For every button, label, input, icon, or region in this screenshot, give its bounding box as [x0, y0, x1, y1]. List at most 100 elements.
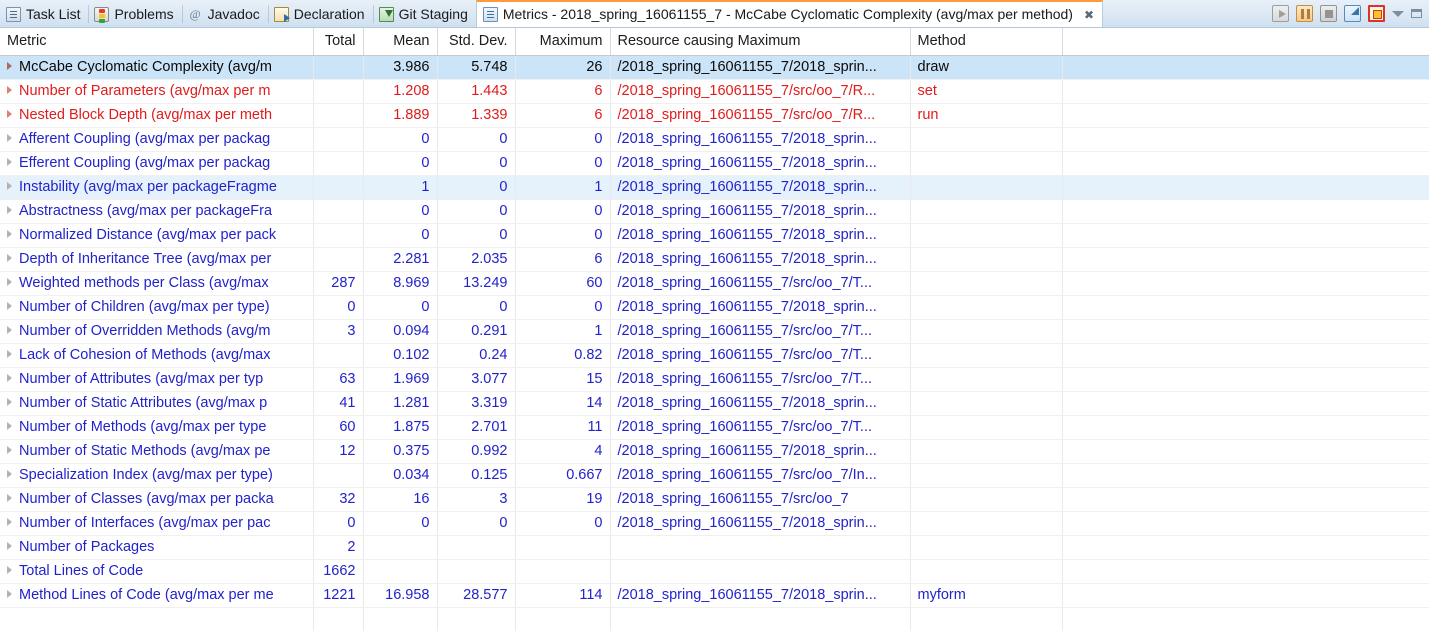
expand-chevron-icon[interactable] — [7, 157, 12, 166]
view-tab-bar: Task List Problems @ Javadoc Declaration… — [0, 0, 1429, 28]
cell-total: 63 — [313, 367, 364, 392]
column-header-maximum[interactable]: Maximum — [515, 28, 611, 56]
cell-resource: /2018_spring_16061155_7/src/oo_7/T... — [610, 343, 911, 368]
cell-mean — [363, 535, 438, 560]
expand-chevron-icon[interactable] — [7, 133, 12, 142]
table-row[interactable]: Number of Attributes (avg/max per typ 63 1… — [0, 367, 1429, 392]
export-icon[interactable] — [1344, 5, 1361, 22]
expand-chevron-icon[interactable] — [7, 445, 12, 454]
cell-method: myform — [910, 583, 1063, 608]
expand-chevron-icon[interactable] — [7, 589, 12, 598]
tab-git-staging[interactable]: Git Staging — [372, 0, 476, 27]
table-row[interactable]: Lack of Cohesion of Methods (avg/max 0.10… — [0, 343, 1429, 368]
expand-chevron-icon[interactable] — [7, 181, 12, 190]
cell-std-dev: 0.291 — [437, 319, 516, 344]
column-header-resource[interactable]: Resource causing Maximum — [610, 28, 911, 56]
expand-chevron-icon[interactable] — [7, 397, 12, 406]
expand-chevron-icon[interactable] — [7, 373, 12, 382]
pause-icon[interactable] — [1296, 5, 1313, 22]
expand-chevron-icon[interactable] — [7, 517, 12, 526]
table-row[interactable]: Number of Classes (avg/max per packa 32 16… — [0, 487, 1429, 512]
cell-spacer — [1062, 223, 1429, 248]
column-header-std-dev[interactable]: Std. Dev. — [437, 28, 516, 56]
table-row[interactable]: Specialization Index (avg/max per type) 0… — [0, 463, 1429, 488]
tab-task-list[interactable]: Task List — [0, 0, 88, 27]
table-row[interactable]: Normalized Distance (avg/max per pack 0 0 0… — [0, 223, 1429, 248]
table-row-empty — [0, 607, 1429, 630]
expand-chevron-icon[interactable] — [7, 85, 12, 94]
cell-mean: 0 — [363, 511, 438, 536]
cell-total — [313, 55, 364, 80]
view-menu-chevron-icon[interactable] — [1392, 10, 1404, 17]
cell-empty — [437, 607, 516, 630]
table-row[interactable]: Efferent Coupling (avg/max per packag 0 0 0… — [0, 151, 1429, 176]
minimize-icon[interactable] — [1411, 9, 1422, 18]
cell-resource: /2018_spring_16061155_7/2018_sprin... — [610, 175, 911, 200]
table-row[interactable]: Number of Overridden Methods (avg/m 3 0.09… — [0, 319, 1429, 344]
metric-label: Abstractness (avg/max per packageFra — [19, 202, 273, 219]
expand-chevron-icon[interactable] — [7, 541, 12, 550]
expand-chevron-icon[interactable] — [7, 205, 12, 214]
table-row[interactable]: Instability (avg/max per packageFragme 1 0… — [0, 175, 1429, 200]
table-row[interactable]: Method Lines of Code (avg/max per me 1221… — [0, 583, 1429, 608]
expand-chevron-icon[interactable] — [7, 109, 12, 118]
expand-chevron-icon[interactable] — [7, 301, 12, 310]
target-icon[interactable] — [1368, 5, 1385, 22]
expand-chevron-icon[interactable] — [7, 61, 12, 70]
cell-resource: /2018_spring_16061155_7/2018_sprin... — [610, 247, 911, 272]
cell-metric: Depth of Inheritance Tree (avg/max per — [0, 247, 314, 272]
metrics-table-container[interactable]: Metric Total Mean Std. Dev. Maximum Reso… — [0, 28, 1429, 631]
table-row[interactable]: Nested Block Depth (avg/max per meth 1.88… — [0, 103, 1429, 128]
cell-spacer — [1062, 175, 1429, 200]
cell-resource: /2018_spring_16061155_7/2018_sprin... — [610, 127, 911, 152]
metric-label: Lack of Cohesion of Methods (avg/max — [19, 346, 271, 363]
table-row[interactable]: Afferent Coupling (avg/max per packag 0 0 0… — [0, 127, 1429, 152]
expand-chevron-icon[interactable] — [7, 325, 12, 334]
expand-chevron-icon[interactable] — [7, 277, 12, 286]
expand-chevron-icon[interactable] — [7, 565, 12, 574]
tab-label: Task List — [26, 5, 81, 22]
tab-declaration[interactable]: Declaration — [267, 0, 373, 27]
expand-chevron-icon[interactable] — [7, 493, 12, 502]
cell-std-dev: 0 — [437, 295, 516, 320]
table-row[interactable]: Number of Interfaces (avg/max per pac 0 0 0… — [0, 511, 1429, 536]
expand-chevron-icon[interactable] — [7, 253, 12, 262]
table-row[interactable]: Abstractness (avg/max per packageFra 0 0 0/… — [0, 199, 1429, 224]
cell-spacer — [1062, 439, 1429, 464]
expand-chevron-icon[interactable] — [7, 469, 12, 478]
cell-empty — [515, 607, 611, 630]
table-row[interactable]: Total Lines of Code 1662 — [0, 559, 1429, 584]
run-icon[interactable] — [1272, 5, 1289, 22]
expand-chevron-icon[interactable] — [7, 349, 12, 358]
table-row[interactable]: Number of Packages 2 — [0, 535, 1429, 560]
metric-label: Number of Packages — [19, 538, 155, 555]
metric-label: Number of Classes (avg/max per packa — [19, 490, 274, 507]
cell-total: 0 — [313, 295, 364, 320]
column-header-metric[interactable]: Metric — [0, 28, 314, 56]
table-row[interactable]: McCabe Cyclomatic Complexity (avg/m 3.986… — [0, 55, 1429, 80]
cell-total: 41 — [313, 391, 364, 416]
column-header-total[interactable]: Total — [313, 28, 364, 56]
cell-metric: Weighted methods per Class (avg/max — [0, 271, 314, 296]
stop-icon[interactable] — [1320, 5, 1337, 22]
table-row[interactable]: Number of Children (avg/max per type) 0 0 0… — [0, 295, 1429, 320]
table-row[interactable]: Number of Methods (avg/max per type 60 1.8… — [0, 415, 1429, 440]
expand-chevron-icon[interactable] — [7, 229, 12, 238]
close-icon[interactable]: ✖ — [1084, 9, 1094, 21]
table-row[interactable]: Weighted methods per Class (avg/max 287 8.… — [0, 271, 1429, 296]
column-header-mean[interactable]: Mean — [363, 28, 438, 56]
cell-mean: 16.958 — [363, 583, 438, 608]
tab-javadoc[interactable]: @ Javadoc — [181, 0, 268, 27]
table-row[interactable]: Number of Parameters (avg/max per m 1.208… — [0, 79, 1429, 104]
table-row[interactable]: Depth of Inheritance Tree (avg/max per 2.… — [0, 247, 1429, 272]
tab-problems[interactable]: Problems — [88, 0, 181, 27]
tab-metrics[interactable]: Metrics - 2018_spring_16061155_7 - McCab… — [475, 0, 1104, 27]
table-row[interactable]: Number of Static Attributes (avg/max p 41… — [0, 391, 1429, 416]
expand-chevron-icon[interactable] — [7, 421, 12, 430]
cell-metric: Lack of Cohesion of Methods (avg/max — [0, 343, 314, 368]
cell-method — [910, 199, 1063, 224]
javadoc-icon: @ — [189, 6, 201, 21]
column-header-method[interactable]: Method — [910, 28, 1063, 56]
table-row[interactable]: Number of Static Methods (avg/max pe 12 0.… — [0, 439, 1429, 464]
cell-mean: 0 — [363, 199, 438, 224]
